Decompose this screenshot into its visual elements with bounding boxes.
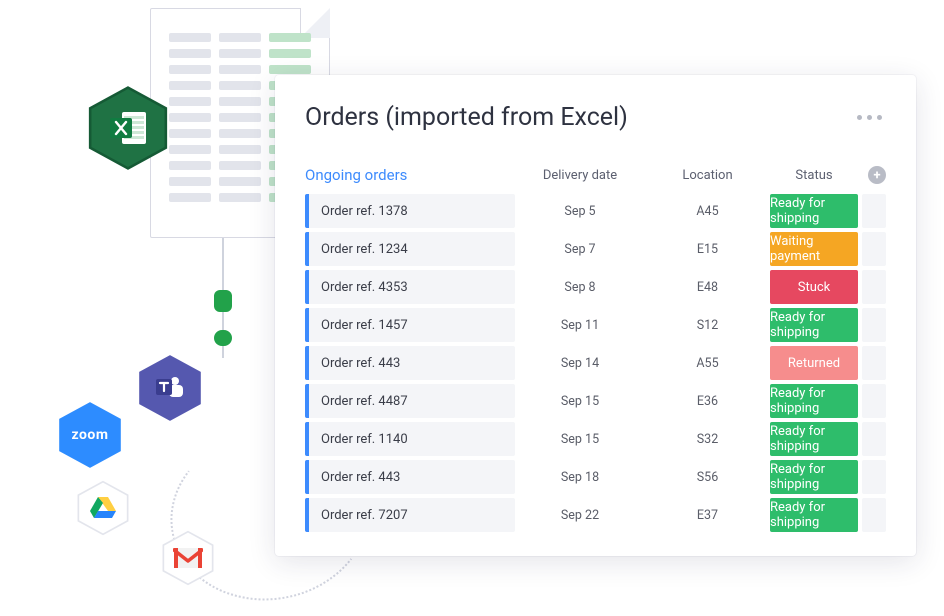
row-tail: [862, 194, 886, 228]
row-tail: [862, 346, 886, 380]
row-tail: [862, 384, 886, 418]
row-tail: [862, 270, 886, 304]
delivery-date-cell[interactable]: Sep 14: [515, 346, 645, 380]
location-cell[interactable]: A45: [645, 194, 770, 228]
table-row[interactable]: Order ref. 7207Sep 22E37Ready for shippi…: [305, 498, 886, 532]
order-ref-cell[interactable]: Order ref. 1140: [305, 422, 515, 456]
table-header: Ongoing orders Delivery date Location St…: [305, 166, 886, 184]
delivery-date-cell[interactable]: Sep 8: [515, 270, 645, 304]
order-ref-cell[interactable]: Order ref. 7207: [305, 498, 515, 532]
gmail-icon: [160, 530, 216, 586]
order-ref-cell[interactable]: Order ref. 1457: [305, 308, 515, 342]
status-badge: Ready for shipping: [770, 460, 858, 494]
zoom-icon: zoom: [55, 400, 125, 470]
location-cell[interactable]: S12: [645, 308, 770, 342]
order-ref-cell[interactable]: Order ref. 4353: [305, 270, 515, 304]
location-cell[interactable]: S56: [645, 460, 770, 494]
column-status: Status: [770, 168, 858, 183]
delivery-date-cell[interactable]: Sep 7: [515, 232, 645, 266]
status-cell[interactable]: Ready for shipping: [770, 384, 858, 418]
order-ref-cell[interactable]: Order ref. 443: [305, 346, 515, 380]
delivery-date-cell[interactable]: Sep 15: [515, 384, 645, 418]
status-cell[interactable]: Ready for shipping: [770, 194, 858, 228]
status-badge: Stuck: [770, 270, 858, 304]
card-title: Orders (imported from Excel): [305, 103, 628, 132]
status-cell[interactable]: Returned: [770, 346, 858, 380]
table-body: Order ref. 1378Sep 5A45Ready for shippin…: [305, 194, 886, 532]
table-row[interactable]: Order ref. 1457Sep 11S12Ready for shippi…: [305, 308, 886, 342]
location-cell[interactable]: E36: [645, 384, 770, 418]
status-badge: Ready for shipping: [770, 308, 858, 342]
status-badge: Waiting payment: [770, 232, 858, 266]
add-column-button[interactable]: +: [868, 166, 886, 184]
status-cell[interactable]: Ready for shipping: [770, 308, 858, 342]
status-cell[interactable]: Ready for shipping: [770, 422, 858, 456]
status-badge: Ready for shipping: [770, 422, 858, 456]
card-header: Orders (imported from Excel): [305, 103, 886, 132]
status-cell[interactable]: Stuck: [770, 270, 858, 304]
order-ref-cell[interactable]: Order ref. 443: [305, 460, 515, 494]
section-label: Ongoing orders: [305, 166, 515, 184]
connector-node: [214, 290, 232, 312]
table-row[interactable]: Order ref. 443Sep 18S56Ready for shippin…: [305, 460, 886, 494]
table-row[interactable]: Order ref. 4487Sep 15E36Ready for shippi…: [305, 384, 886, 418]
status-badge: Returned: [770, 346, 858, 380]
column-delivery-date: Delivery date: [515, 168, 645, 183]
delivery-date-cell[interactable]: Sep 22: [515, 498, 645, 532]
location-cell[interactable]: A55: [645, 346, 770, 380]
table-row[interactable]: Order ref. 4353Sep 8E48Stuck: [305, 270, 886, 304]
delivery-date-cell[interactable]: Sep 5: [515, 194, 645, 228]
location-cell[interactable]: E48: [645, 270, 770, 304]
table-row[interactable]: Order ref. 1378Sep 5A45Ready for shippin…: [305, 194, 886, 228]
excel-icon: [85, 85, 171, 171]
more-menu-button[interactable]: [853, 111, 886, 124]
delivery-date-cell[interactable]: Sep 15: [515, 422, 645, 456]
row-tail: [862, 308, 886, 342]
status-badge: Ready for shipping: [770, 384, 858, 418]
row-tail: [862, 422, 886, 456]
row-tail: [862, 460, 886, 494]
google-drive-icon: [75, 480, 131, 536]
teams-icon: [135, 353, 205, 423]
order-ref-cell[interactable]: Order ref. 1378: [305, 194, 515, 228]
status-cell[interactable]: Waiting payment: [770, 232, 858, 266]
status-cell[interactable]: Ready for shipping: [770, 460, 858, 494]
location-cell[interactable]: S32: [645, 422, 770, 456]
location-cell[interactable]: E37: [645, 498, 770, 532]
delivery-date-cell[interactable]: Sep 18: [515, 460, 645, 494]
connector-node: [214, 330, 232, 346]
orders-card: Orders (imported from Excel) Ongoing ord…: [275, 75, 916, 556]
status-badge: Ready for shipping: [770, 498, 858, 532]
status-badge: Ready for shipping: [770, 194, 858, 228]
order-ref-cell[interactable]: Order ref. 4487: [305, 384, 515, 418]
delivery-date-cell[interactable]: Sep 11: [515, 308, 645, 342]
order-ref-cell[interactable]: Order ref. 1234: [305, 232, 515, 266]
column-location: Location: [645, 168, 770, 183]
table-row[interactable]: Order ref. 1234Sep 7E15Waiting payment: [305, 232, 886, 266]
row-tail: [862, 232, 886, 266]
status-cell[interactable]: Ready for shipping: [770, 498, 858, 532]
location-cell[interactable]: E15: [645, 232, 770, 266]
table-row[interactable]: Order ref. 443Sep 14A55Returned: [305, 346, 886, 380]
row-tail: [862, 498, 886, 532]
table-row[interactable]: Order ref. 1140Sep 15S32Ready for shippi…: [305, 422, 886, 456]
